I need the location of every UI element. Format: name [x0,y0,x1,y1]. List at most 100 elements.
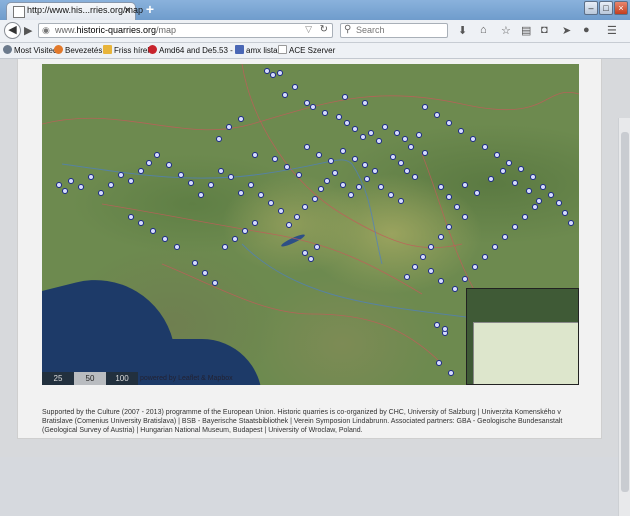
quarry-marker[interactable] [252,220,258,226]
quarry-marker[interactable] [228,174,234,180]
quarry-marker[interactable] [56,182,62,188]
quarry-marker[interactable] [88,174,94,180]
quarry-marker[interactable] [264,68,270,74]
quarry-marker[interactable] [146,160,152,166]
send-icon[interactable]: ➤ [562,24,571,37]
quarry-marker[interactable] [286,222,292,228]
quarry-marker[interactable] [356,184,362,190]
quarry-marker[interactable] [500,168,506,174]
quarry-marker[interactable] [128,214,134,220]
quarry-marker[interactable] [502,234,508,240]
map-attribution[interactable]: powered by Leaflet & Mapbox [140,375,233,382]
quarry-marker[interactable] [422,150,428,156]
quarry-marker[interactable] [428,244,434,250]
quarry-marker[interactable] [98,190,104,196]
quarry-marker[interactable] [202,270,208,276]
quarry-marker[interactable] [446,194,452,200]
quarry-marker[interactable] [494,152,500,158]
quarry-marker[interactable] [78,184,84,190]
quarry-marker[interactable] [268,200,274,206]
quarry-marker[interactable] [364,176,370,182]
quarry-marker[interactable] [128,178,134,184]
quarry-marker[interactable] [458,128,464,134]
quarry-marker[interactable] [482,254,488,260]
minimize-button[interactable]: – [584,1,598,15]
quarry-marker[interactable] [446,224,452,230]
quarry-marker[interactable] [390,154,396,160]
quarry-marker[interactable] [226,124,232,130]
quarry-marker[interactable] [138,168,144,174]
back-button[interactable]: ◀ [4,22,21,39]
new-tab-button[interactable]: + [142,1,158,17]
quarry-marker[interactable] [314,244,320,250]
quarry-marker[interactable] [492,244,498,250]
quarry-marker[interactable] [462,214,468,220]
browser-tab[interactable]: http://www.his...rries.org/map × [6,2,143,20]
search-input[interactable]: Search [356,25,385,35]
quarry-marker[interactable] [368,130,374,136]
quarry-marker[interactable] [198,192,204,198]
quarry-marker[interactable] [522,214,528,220]
bookmark-ace-szerver[interactable]: ACE Szerver [278,45,335,55]
quarry-marker[interactable] [154,152,160,158]
quarry-marker[interactable] [442,326,448,332]
quarry-marker[interactable] [434,112,440,118]
quarry-marker[interactable] [438,184,444,190]
search-bar[interactable]: ⚲ Search [340,23,448,38]
quarry-marker[interactable] [548,192,554,198]
quarry-marker[interactable] [270,72,276,78]
quarry-marker[interactable] [302,204,308,210]
quarry-marker[interactable] [526,188,532,194]
bookmark-bevezetes[interactable]: Bevezetés [54,45,102,55]
quarry-marker[interactable] [248,182,254,188]
quarry-marker[interactable] [318,186,324,192]
quarry-marker[interactable] [568,220,574,226]
bookmark-most-visited[interactable]: Most Visited [3,45,57,55]
quarry-marker[interactable] [402,136,408,142]
quarry-marker[interactable] [174,244,180,250]
quarry-marker[interactable] [216,136,222,142]
quarry-marker[interactable] [292,84,298,90]
quarry-marker[interactable] [352,126,358,132]
quarry-marker[interactable] [277,70,283,76]
quarry-marker[interactable] [488,176,494,182]
quarry-marker[interactable] [162,236,168,242]
quarry-marker[interactable] [378,184,384,190]
quarry-marker[interactable] [382,124,388,130]
quarry-marker[interactable] [360,134,366,140]
quarry-marker[interactable] [308,256,314,262]
quarry-marker[interactable] [372,168,378,174]
quarry-marker[interactable] [412,174,418,180]
quarry-marker[interactable] [316,152,322,158]
quarry-marker[interactable] [192,260,198,266]
quarry-marker[interactable] [278,208,284,214]
quarry-marker[interactable] [150,228,156,234]
quarry-marker[interactable] [512,224,518,230]
quarry-marker[interactable] [340,148,346,154]
quarry-marker[interactable] [304,144,310,150]
quarry-marker[interactable] [474,190,480,196]
quarry-marker[interactable] [408,144,414,150]
reload-icon[interactable]: ↻ [320,24,328,35]
quarry-marker[interactable] [238,190,244,196]
quarry-marker[interactable] [416,132,422,138]
quarry-marker[interactable] [238,116,244,122]
quarry-marker[interactable] [336,114,342,120]
quarry-marker[interactable] [438,278,444,284]
quarry-marker[interactable] [252,152,258,158]
quarry-marker[interactable] [242,228,248,234]
url-history-dropdown-icon[interactable]: ▽ [305,24,312,35]
quarry-marker[interactable] [304,100,310,106]
quarry-marker[interactable] [434,322,440,328]
quarry-marker[interactable] [472,264,478,270]
quarry-marker[interactable] [312,196,318,202]
scrollbar-thumb[interactable] [621,132,629,492]
quarry-marker[interactable] [532,204,538,210]
quarry-marker[interactable] [352,156,358,162]
quarry-marker[interactable] [436,360,442,366]
quarry-marker[interactable] [212,280,218,286]
quarry-marker[interactable] [232,236,238,242]
quarry-marker[interactable] [518,166,524,172]
quarry-marker[interactable] [404,168,410,174]
bookmarks-menu-icon[interactable]: ▤ [521,24,531,37]
